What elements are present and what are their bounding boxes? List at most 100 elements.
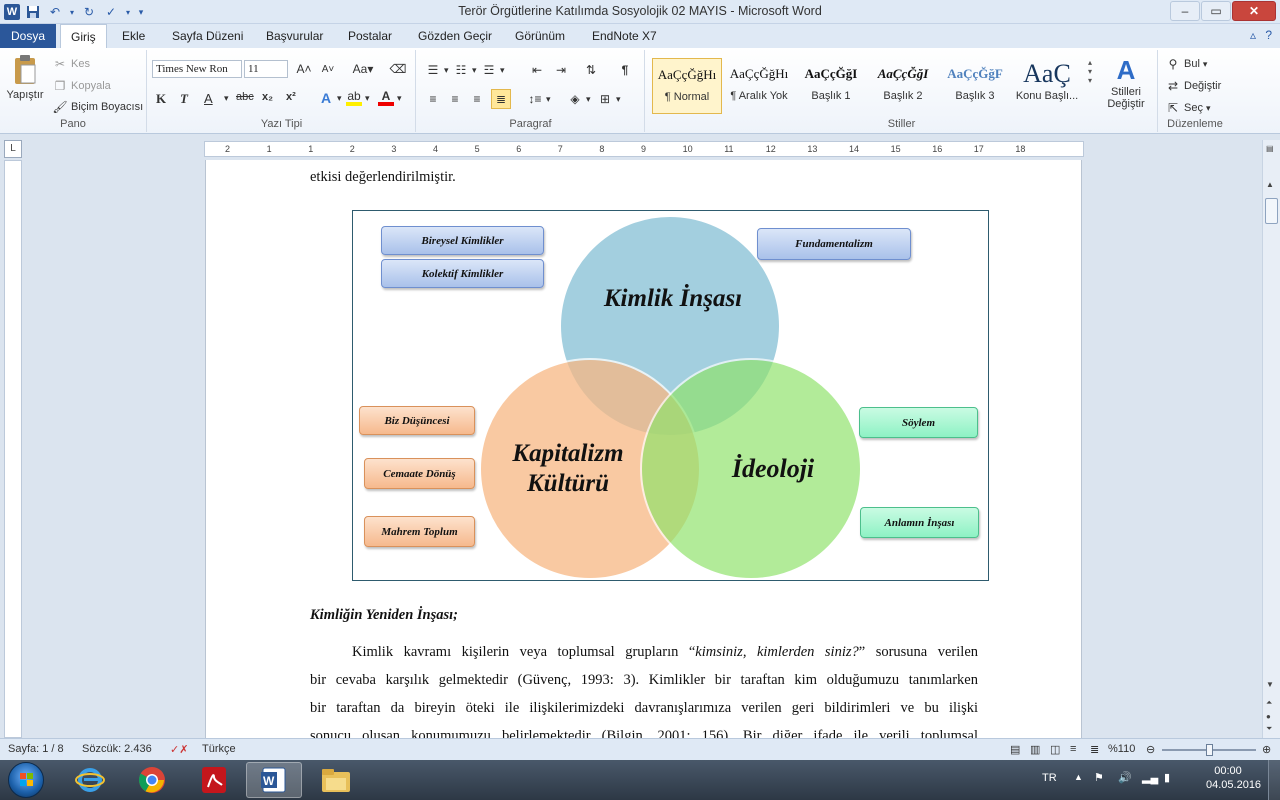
align-right-button[interactable]: ≡: [469, 91, 485, 107]
tab-insert[interactable]: Ekle: [112, 24, 155, 48]
bold-button[interactable]: K: [156, 91, 166, 107]
view-print-layout-icon[interactable]: ▤: [1010, 743, 1020, 756]
next-page-icon[interactable]: ⏷: [1266, 724, 1272, 734]
align-left-button[interactable]: ≡: [425, 91, 441, 107]
tab-selector[interactable]: L: [4, 140, 22, 158]
shrink-font-button[interactable]: A˅: [320, 61, 336, 77]
tab-page-layout[interactable]: Sayfa Düzeni: [162, 24, 253, 48]
volume-icon[interactable]: 🔊: [1118, 771, 1132, 784]
taskbar-ie[interactable]: [62, 762, 118, 798]
text-effects-button[interactable]: A ▾: [318, 90, 342, 106]
multilevel-list-button[interactable]: ☲ ▾: [481, 62, 505, 78]
replace-button[interactable]: ⇄ Değiştir: [1165, 78, 1221, 94]
show-desktop-button[interactable]: [1268, 760, 1280, 800]
taskbar-word[interactable]: W: [246, 762, 302, 798]
view-web-icon[interactable]: ◫: [1050, 743, 1060, 756]
tray-action-icon[interactable]: ⚑: [1094, 771, 1104, 784]
style-normal[interactable]: AaÇçĞğHı ¶ Normal: [652, 58, 722, 114]
horizontal-ruler[interactable]: 2 1 1 2 3 4 5 6 7 8 9 10 11 12 13 14 15 16 17 18: [204, 141, 1084, 157]
style-heading-3[interactable]: AaÇçĞğF Başlık 3: [940, 58, 1010, 114]
ruler-toggle-icon[interactable]: ▤: [1266, 144, 1274, 153]
grow-font-button[interactable]: A˄: [296, 61, 312, 77]
maximize-button[interactable]: ▭: [1201, 1, 1231, 21]
status-page[interactable]: Sayfa: 1 / 8: [8, 743, 64, 755]
strikethrough-button[interactable]: abc: [236, 91, 254, 103]
network-icon[interactable]: ▂▄: [1142, 771, 1158, 784]
zoom-out-button[interactable]: ⊖: [1146, 743, 1155, 756]
tray-clock[interactable]: 00:00 04.05.2016: [1206, 765, 1261, 791]
decrease-indent-button[interactable]: ⇤: [529, 62, 545, 78]
taskbar-chrome[interactable]: [124, 762, 180, 798]
styles-scroll[interactable]: ▴ ▾ ▾: [1084, 58, 1096, 85]
vertical-ruler[interactable]: [4, 160, 22, 738]
justify-button[interactable]: ≣: [491, 89, 511, 109]
scroll-down-arrow[interactable]: ▼: [1266, 680, 1274, 689]
taskbar-acrobat[interactable]: [186, 762, 242, 798]
bullets-button[interactable]: ☰ ▾: [425, 62, 449, 78]
borders-button[interactable]: ⊞ ▾: [597, 91, 621, 107]
view-full-screen-icon[interactable]: ▥: [1030, 743, 1040, 756]
browse-object-icon[interactable]: ●: [1266, 712, 1271, 721]
scroll-thumb[interactable]: [1265, 198, 1278, 224]
battery-icon[interactable]: ▮: [1164, 771, 1170, 784]
find-button[interactable]: ⚲ Bul ▾: [1165, 56, 1208, 72]
cut-button[interactable]: ✂ Kes: [52, 56, 90, 72]
box-bireysel-kimlikler[interactable]: Bireysel Kimlikler: [381, 226, 544, 255]
box-cemaate-donus[interactable]: Cemaate Dönüş: [364, 458, 475, 489]
document-page[interactable]: etkisi değerlendirilmiştir. Kimlik İnşas…: [205, 160, 1082, 738]
zoom-slider-thumb[interactable]: [1206, 744, 1213, 756]
zoom-in-button[interactable]: ⊕: [1262, 743, 1271, 756]
format-painter-button[interactable]: 🖌 Biçim Boyacısı: [52, 99, 143, 115]
tab-review[interactable]: Gözden Geçir: [408, 24, 502, 48]
help-icon[interactable]: ?: [1265, 28, 1272, 42]
view-draft-icon[interactable]: ≣: [1090, 743, 1099, 756]
shading-button[interactable]: ◈ ▾: [567, 91, 590, 107]
change-styles-button[interactable]: A Stilleri Değiştir: [1098, 54, 1154, 111]
vertical-scrollbar[interactable]: ▤ ▲ ▼ ⏶ ● ⏷: [1262, 140, 1280, 738]
font-size-box[interactable]: 11: [244, 60, 288, 78]
box-fundamentalizm[interactable]: Fundamentalizm: [757, 228, 911, 260]
show-marks-button[interactable]: ¶: [617, 62, 633, 78]
paste-button[interactable]: Yapıştır: [4, 54, 46, 101]
tab-home[interactable]: Giriş: [60, 24, 107, 48]
prev-page-icon[interactable]: ⏶: [1266, 698, 1272, 708]
italic-button[interactable]: T: [180, 91, 188, 107]
box-kolektif-kimlikler[interactable]: Kolektif Kimlikler: [381, 259, 544, 288]
minimize-button[interactable]: –: [1170, 1, 1200, 21]
clear-format-button[interactable]: ⌫: [390, 61, 407, 77]
style-heading-2[interactable]: AaÇçĞğI Başlık 2: [868, 58, 938, 114]
tray-language[interactable]: TR: [1042, 772, 1057, 784]
numbering-button[interactable]: ☷ ▾: [453, 62, 477, 78]
subscript-button[interactable]: x₂: [262, 91, 273, 103]
copy-button[interactable]: ❐ Kopyala: [52, 78, 111, 94]
line-spacing-button[interactable]: ↕≡ ▾: [527, 91, 550, 107]
tab-file[interactable]: Dosya: [0, 24, 56, 48]
tab-view[interactable]: Görünüm: [505, 24, 575, 48]
underline-dropdown[interactable]: ▾: [224, 93, 229, 104]
increase-indent-button[interactable]: ⇥: [553, 62, 569, 78]
underline-button[interactable]: A: [204, 91, 213, 106]
tray-expand-icon[interactable]: ▲: [1074, 772, 1083, 782]
tab-references[interactable]: Başvurular: [256, 24, 333, 48]
tab-mailings[interactable]: Postalar: [338, 24, 402, 48]
style-no-spacing[interactable]: AaÇçĞğHı ¶ Aralık Yok: [724, 58, 794, 114]
status-zoom[interactable]: %110: [1108, 743, 1135, 755]
highlight-button[interactable]: ab ▾: [346, 89, 370, 106]
status-language[interactable]: Türkçe: [202, 743, 236, 755]
tab-endnote[interactable]: EndNote X7: [582, 24, 667, 48]
superscript-button[interactable]: x²: [286, 91, 296, 103]
font-name-box[interactable]: Times New Ron: [152, 60, 242, 78]
align-center-button[interactable]: ≡: [447, 91, 463, 107]
select-button[interactable]: ⇱ Seç ▾: [1165, 100, 1211, 116]
box-biz-dusuncesi[interactable]: Biz Düşüncesi: [359, 406, 475, 435]
box-mahrem-toplum[interactable]: Mahrem Toplum: [364, 516, 475, 547]
status-words[interactable]: Sözcük: 2.436: [82, 743, 152, 755]
venn-diagram[interactable]: Kimlik İnşası Kapitalizm Kültürü İdeoloj…: [352, 210, 989, 581]
change-case-button[interactable]: Aa▾: [352, 61, 374, 77]
close-button[interactable]: ✕: [1232, 1, 1276, 21]
minimize-ribbon-icon[interactable]: ▵: [1250, 28, 1256, 42]
scroll-up-arrow[interactable]: ▲: [1266, 180, 1274, 189]
taskbar-explorer[interactable]: [308, 762, 364, 798]
box-anlamin-insasi[interactable]: Anlamın İnşası: [860, 507, 979, 538]
proofing-icon[interactable]: ✓✗: [170, 743, 188, 756]
